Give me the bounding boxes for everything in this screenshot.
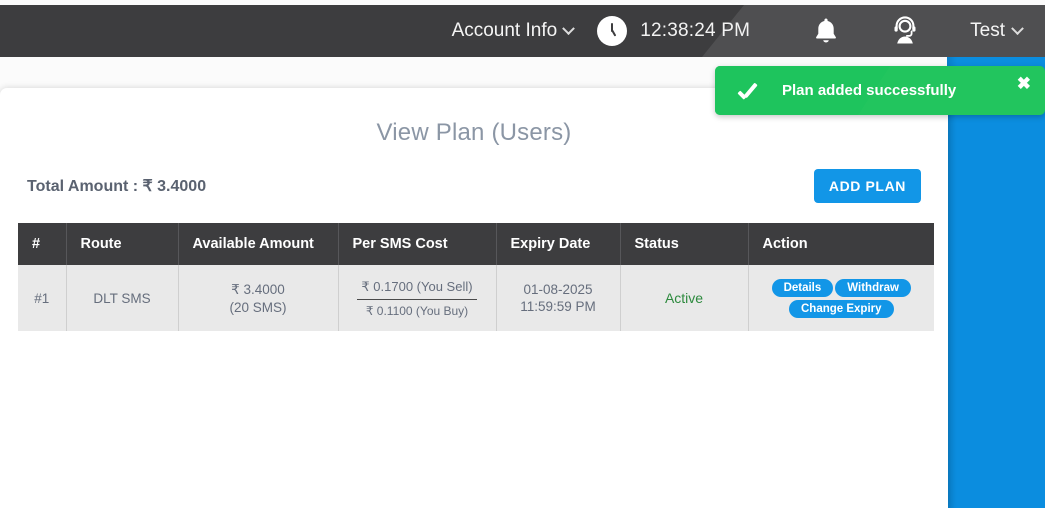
plans-table-container: # Route Available Amount Per SMS Cost Ex… (0, 203, 948, 331)
user-menu-label: Test (970, 20, 1005, 41)
column-header-available-amount[interactable]: Available Amount (178, 223, 339, 265)
status-badge: Active (664, 290, 704, 306)
column-header-index[interactable]: # (18, 223, 67, 265)
column-header-action[interactable]: Action (748, 223, 934, 265)
toast-close-button[interactable]: ✖ (1017, 75, 1031, 92)
check-icon (738, 80, 760, 102)
success-toast: Plan added successfully ✖ (715, 66, 1045, 115)
content-card: View Plan (Users) Total Amount : ₹ 3.400… (0, 88, 948, 508)
account-info-menu[interactable]: Account Info (451, 20, 576, 42)
plans-table: # Route Available Amount Per SMS Cost Ex… (18, 223, 934, 331)
right-blue-panel (947, 56, 1045, 508)
header-time: 12:38:24 PM (640, 20, 751, 41)
expiry-date-value: 01-08-2025 (523, 282, 593, 297)
clock-display: 12:38:24 PM (597, 16, 750, 46)
add-plan-button[interactable]: ADD PLAN (813, 169, 921, 203)
column-header-per-sms-cost[interactable]: Per SMS Cost (338, 223, 497, 265)
toast-message: Plan added successfully (782, 82, 957, 99)
details-button[interactable]: Details (771, 279, 834, 297)
column-header-route[interactable]: Route (66, 223, 179, 265)
cell-index: #1 (18, 265, 67, 331)
top-header-bar: Account Info 12:38:24 PM Test (0, 5, 1045, 57)
cell-action: Details Withdraw Change Expiry (748, 265, 934, 331)
chevron-down-icon (562, 21, 576, 35)
support-agent-button[interactable] (890, 16, 920, 46)
available-sms-count: (20 SMS) (229, 299, 287, 315)
column-header-status[interactable]: Status (620, 223, 749, 265)
expiry-time-value: 11:59:59 PM (520, 299, 596, 314)
cost-buy-value: ₹ 0.1100 (You Buy) (357, 298, 477, 318)
app-root: Account Info 12:38:24 PM Test View Plan … (0, 0, 1045, 508)
withdraw-button[interactable]: Withdraw (835, 279, 911, 297)
available-amount-value: ₹ 3.4000 (231, 281, 285, 297)
table-header: # Route Available Amount Per SMS Cost Ex… (18, 223, 934, 265)
cell-available-amount: ₹ 3.4000 (20 SMS) (178, 265, 339, 331)
cell-status: Active (620, 265, 749, 331)
change-expiry-button[interactable]: Change Expiry (788, 300, 894, 318)
table-body: #1 DLT SMS ₹ 3.4000 (20 SMS) ₹ 0.1700 (Y… (18, 265, 934, 331)
clock-icon (597, 16, 628, 46)
total-amount-label: Total Amount : ₹ 3.4000 (27, 178, 207, 195)
cell-route: DLT SMS (66, 265, 179, 331)
table-header-row: # Route Available Amount Per SMS Cost Ex… (18, 223, 934, 265)
account-info-label: Account Info (451, 20, 558, 41)
right-panel-shadow (947, 56, 957, 508)
table-row: #1 DLT SMS ₹ 3.4000 (20 SMS) ₹ 0.1700 (Y… (18, 265, 934, 331)
chevron-down-icon (1011, 21, 1024, 35)
cost-fraction: ₹ 0.1700 (You Sell) ₹ 0.1100 (You Buy) (357, 278, 477, 318)
user-menu[interactable]: Test (970, 20, 1024, 42)
column-header-expiry-date[interactable]: Expiry Date (496, 223, 621, 265)
cell-per-sms-cost: ₹ 0.1700 (You Sell) ₹ 0.1100 (You Buy) (338, 265, 497, 331)
card-subheader: Total Amount : ₹ 3.4000 ADD PLAN (0, 147, 948, 203)
notification-bell-button[interactable] (812, 16, 840, 46)
cost-sell-value: ₹ 0.1700 (You Sell) (361, 278, 473, 294)
cell-expiry-date: 01-08-2025 11:59:59 PM (496, 265, 621, 331)
